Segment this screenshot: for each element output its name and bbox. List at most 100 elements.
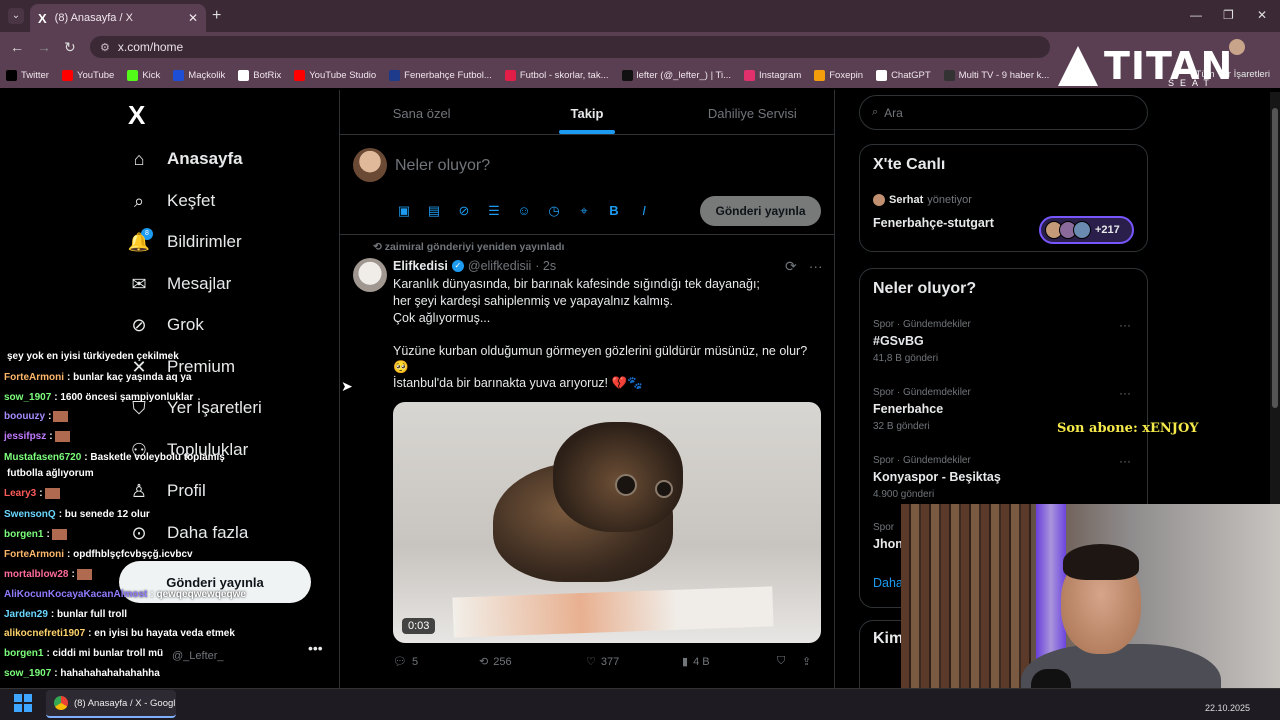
- post-avatar[interactable]: [353, 258, 387, 292]
- share-button[interactable]: ⇪: [802, 655, 811, 668]
- maximize-button[interactable]: ❐: [1223, 8, 1234, 22]
- bookmark-favicon-icon: [814, 69, 826, 81]
- close-window-button[interactable]: ✕: [1257, 8, 1267, 22]
- poll-icon[interactable]: ☰: [485, 203, 503, 219]
- cat-eye: [655, 480, 673, 498]
- nav-item[interactable]: ⛉ Yer İşaretleri: [128, 397, 262, 419]
- close-tab-icon[interactable]: ✕: [188, 11, 198, 25]
- bookmark-item[interactable]: Twitter: [6, 69, 49, 81]
- forward-button[interactable]: →: [37, 39, 51, 55]
- new-tab-button[interactable]: +: [212, 7, 221, 25]
- windows-start-icon[interactable]: [14, 694, 32, 712]
- feed-tabs: Sana özel Takip Dahiliye Servisi: [339, 92, 835, 135]
- scrollbar-thumb[interactable]: [1272, 108, 1278, 408]
- post-author-handle[interactable]: @elifkedisii: [468, 259, 531, 273]
- reload-button[interactable]: ↻: [64, 39, 76, 56]
- nav-item[interactable]: ⊙ Daha fazla: [128, 522, 248, 544]
- nav-item[interactable]: ⌕ Keşfet: [128, 190, 215, 212]
- site-info-icon[interactable]: ⚙: [100, 41, 110, 54]
- post-text-line: 🥺: [393, 360, 409, 374]
- bookmark-item[interactable]: YouTube: [61, 69, 114, 81]
- trend-name[interactable]: Fenerbahce: [873, 402, 943, 416]
- location-icon[interactable]: ⌖: [575, 203, 593, 219]
- nav-item[interactable]: ✕ Premium: [128, 356, 235, 378]
- bookmark-item[interactable]: YouTube Studio: [294, 69, 376, 81]
- bookmark-item[interactable]: BotRix: [238, 69, 281, 81]
- address-bar[interactable]: ⚙ x.com/home: [90, 36, 1050, 58]
- nav-item[interactable]: ⚇ Topluluklar: [128, 439, 248, 461]
- tab-following[interactable]: Takip: [504, 92, 669, 134]
- image-icon[interactable]: ▣: [395, 203, 413, 219]
- browser-tab[interactable]: X (8) Anasayfa / X ✕: [30, 4, 206, 32]
- trend-name[interactable]: Konyaspor - Beşiktaş: [873, 470, 1001, 484]
- live-host[interactable]: Serhat yönetiyor: [873, 194, 972, 206]
- bookmark-favicon-icon: [744, 69, 755, 81]
- account-handle[interactable]: @_Lefter_: [172, 650, 224, 662]
- bookmark-favicon-icon: [173, 69, 185, 81]
- bookmark-item[interactable]: lefter (@_lefter_) | Ti...: [621, 69, 731, 81]
- trend-more-icon[interactable]: ···: [1119, 318, 1131, 332]
- chat-username: sow_1907: [4, 668, 52, 679]
- views-icon: ▮: [682, 656, 689, 668]
- trend-more-icon[interactable]: ···: [1119, 386, 1131, 400]
- trend-count: 32 B gönderi: [873, 421, 930, 432]
- trends-title: Neler oluyor?: [873, 280, 977, 297]
- bookmark-item[interactable]: ChatGPT: [876, 69, 931, 81]
- repost-note[interactable]: ⟲ zaimiral gönderiyi yeniden yayınladı: [373, 241, 564, 253]
- tab-for-you[interactable]: Sana özel: [339, 92, 504, 134]
- tab-search-icon[interactable]: ⌄: [8, 8, 24, 24]
- post-time[interactable]: · 2s: [535, 259, 556, 273]
- minimize-button[interactable]: —: [1190, 8, 1202, 22]
- reply-button[interactable]: 💬︎ 5: [393, 655, 479, 669]
- post-text-line: her şeyi kardeşi sahiplenmiş ve yapayaln…: [393, 294, 673, 308]
- bold-icon[interactable]: B: [605, 203, 623, 219]
- like-button[interactable]: ♡ 377: [586, 655, 682, 669]
- x-logo-icon[interactable]: X: [128, 100, 145, 131]
- bookmark-item[interactable]: Foxepin: [814, 69, 863, 81]
- bookmark-item[interactable]: Fenerbahçe Futbol...: [389, 69, 492, 81]
- search-input[interactable]: ⌕ Ara: [859, 95, 1148, 130]
- back-button[interactable]: ←: [10, 39, 24, 55]
- grok-explain-icon[interactable]: ⟳: [785, 258, 797, 275]
- grok-icon[interactable]: ⊘: [455, 203, 473, 219]
- trend-name[interactable]: #GSvBG: [873, 334, 924, 348]
- taskbar-chrome-item[interactable]: (8) Anasayfa / X - Googl: [46, 690, 176, 718]
- bookmark-button[interactable]: ⛉: [777, 655, 802, 668]
- italic-icon[interactable]: I: [635, 203, 653, 219]
- compose-input[interactable]: Neler oluyor?: [395, 157, 490, 175]
- bookmark-item[interactable]: Multi TV - 9 haber k...: [943, 69, 1050, 81]
- bookmark-item[interactable]: Kick: [127, 69, 160, 81]
- account-more-icon[interactable]: •••: [308, 640, 323, 656]
- compose-post-button[interactable]: Gönderi yayınla: [700, 196, 821, 226]
- nav-item[interactable]: ✉ Mesajlar: [128, 273, 231, 295]
- nav-item[interactable]: ♙ Profil: [128, 480, 206, 502]
- listener-count: +217: [1095, 224, 1120, 236]
- emoji-icon[interactable]: ☺: [515, 203, 533, 219]
- schedule-icon[interactable]: ◷: [545, 203, 563, 219]
- post-author-name[interactable]: Elifkedisi: [393, 259, 448, 273]
- bookmark-item[interactable]: Maçkolik: [173, 69, 225, 81]
- post-more-icon[interactable]: ···: [809, 258, 823, 275]
- views-button[interactable]: ▮ 4 B: [682, 655, 777, 669]
- show-more-link[interactable]: Daha: [873, 576, 903, 590]
- trend-more-icon[interactable]: ···: [1119, 454, 1131, 468]
- trend-name[interactable]: Jhon: [873, 537, 903, 551]
- nav-item[interactable]: 🔔 Bildirimler: [128, 231, 242, 253]
- nav-item[interactable]: ⌂ Anasayfa: [128, 148, 243, 170]
- nav-item-label: Bildirimler: [167, 232, 242, 251]
- bookmark-item[interactable]: Instagram: [744, 69, 801, 81]
- tab-list[interactable]: Dahiliye Servisi: [670, 92, 835, 134]
- repost-button[interactable]: ⟲ 256: [479, 655, 586, 669]
- live-listeners[interactable]: +217: [1039, 216, 1134, 244]
- bookmark-item[interactable]: Futbol - skorlar, tak...: [504, 69, 609, 81]
- gif-icon[interactable]: ▤: [425, 203, 443, 219]
- compose-avatar[interactable]: [353, 148, 387, 182]
- chat-text: :: [49, 431, 53, 443]
- post-video[interactable]: 0:03: [393, 402, 821, 643]
- tab-x-icon: X: [38, 10, 47, 26]
- chat-emote-icon: [76, 569, 92, 580]
- live-topic[interactable]: Fenerbahçe-stutgart: [873, 216, 994, 230]
- bookmark-favicon-icon: [504, 69, 516, 81]
- bookmark-label: Multi TV - 9 haber k...: [958, 69, 1050, 81]
- nav-item[interactable]: ⊘ Grok: [128, 314, 203, 336]
